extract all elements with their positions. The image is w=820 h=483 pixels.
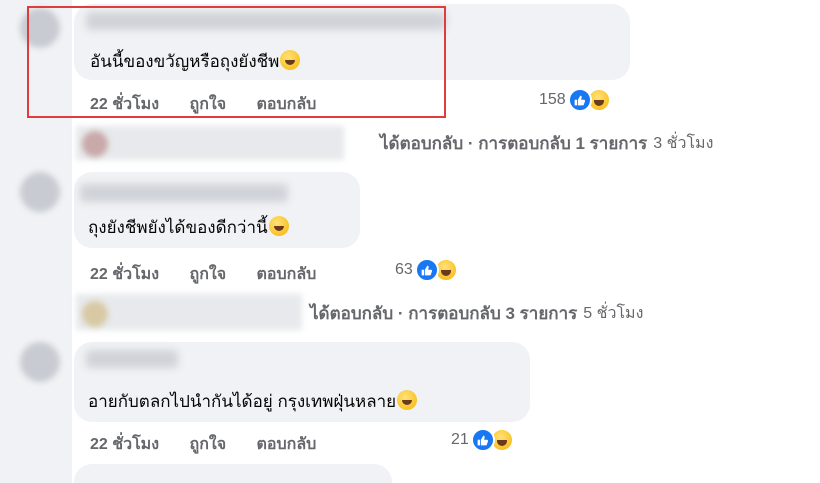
comment-actions: 22 ชั่วโมง ถูกใจ ตอบกลับ	[90, 262, 342, 287]
view-replies-row[interactable]: ได้ตอบกลับ · การตอบกลับ 3 รายการ 5 ชั่วโ…	[82, 300, 643, 327]
commenter-name-blurred[interactable]	[86, 350, 178, 368]
commenter-name-blurred[interactable]	[80, 184, 288, 202]
reply-button[interactable]: ตอบกลับ	[257, 436, 317, 453]
comment-time[interactable]: 22 ชั่วโมง	[90, 436, 159, 453]
reply-avatar	[82, 130, 108, 157]
like-reaction-icon	[470, 428, 495, 452]
reply-button[interactable]: ตอบกลับ	[257, 266, 317, 283]
avatar[interactable]	[20, 172, 60, 212]
comment-actions: 22 ชั่วโมง ถูกใจ ตอบกลับ	[90, 432, 342, 457]
like-reaction-icon	[414, 258, 439, 282]
comment-text: ถุงยังชีพยังได้ของดีกว่านี้	[88, 214, 289, 241]
replies-time: 3 ชั่วโมง	[653, 135, 714, 152]
view-replies-link[interactable]: ได้ตอบกลับ · การตอบกลับ 1 รายการ	[380, 130, 647, 157]
rofl-emoji-icon	[268, 216, 289, 236]
reply-avatar	[82, 300, 108, 327]
avatar[interactable]	[20, 342, 60, 382]
grinning-sweat-emoji-icon	[397, 390, 418, 410]
reaction-summary[interactable]: 21	[451, 428, 514, 452]
highlight-box	[27, 6, 446, 118]
like-reaction-icon	[567, 88, 592, 112]
reaction-count: 63	[395, 261, 413, 278]
reaction-summary[interactable]: 63	[395, 258, 458, 282]
reaction-count: 158	[539, 91, 566, 108]
comment-bubble	[74, 464, 392, 483]
reaction-summary[interactable]: 158	[539, 88, 611, 112]
view-replies-link[interactable]: ได้ตอบกลับ · การตอบกลับ 3 รายการ	[310, 300, 577, 327]
replies-time: 5 ชั่วโมง	[583, 305, 644, 322]
comment-text-content: ถุงยังชีพยังได้ของดีกว่านี้	[88, 218, 268, 237]
comment-text: อายกับตลกไปนำกันได้อยู่ กรุงเทพฝุ่นหลาย	[88, 388, 418, 415]
like-button[interactable]: ถูกใจ	[190, 266, 227, 283]
comment-time[interactable]: 22 ชั่วโมง	[90, 266, 159, 283]
reaction-count: 21	[451, 431, 469, 448]
like-button[interactable]: ถูกใจ	[190, 436, 227, 453]
view-replies-row[interactable]: ได้ตอบกลับ · การตอบกลับ 1 รายการ 3 ชั่วโ…	[82, 130, 713, 157]
comment-text-content: อายกับตลกไปนำกันได้อยู่ กรุงเทพฝุ่นหลาย	[88, 392, 397, 411]
